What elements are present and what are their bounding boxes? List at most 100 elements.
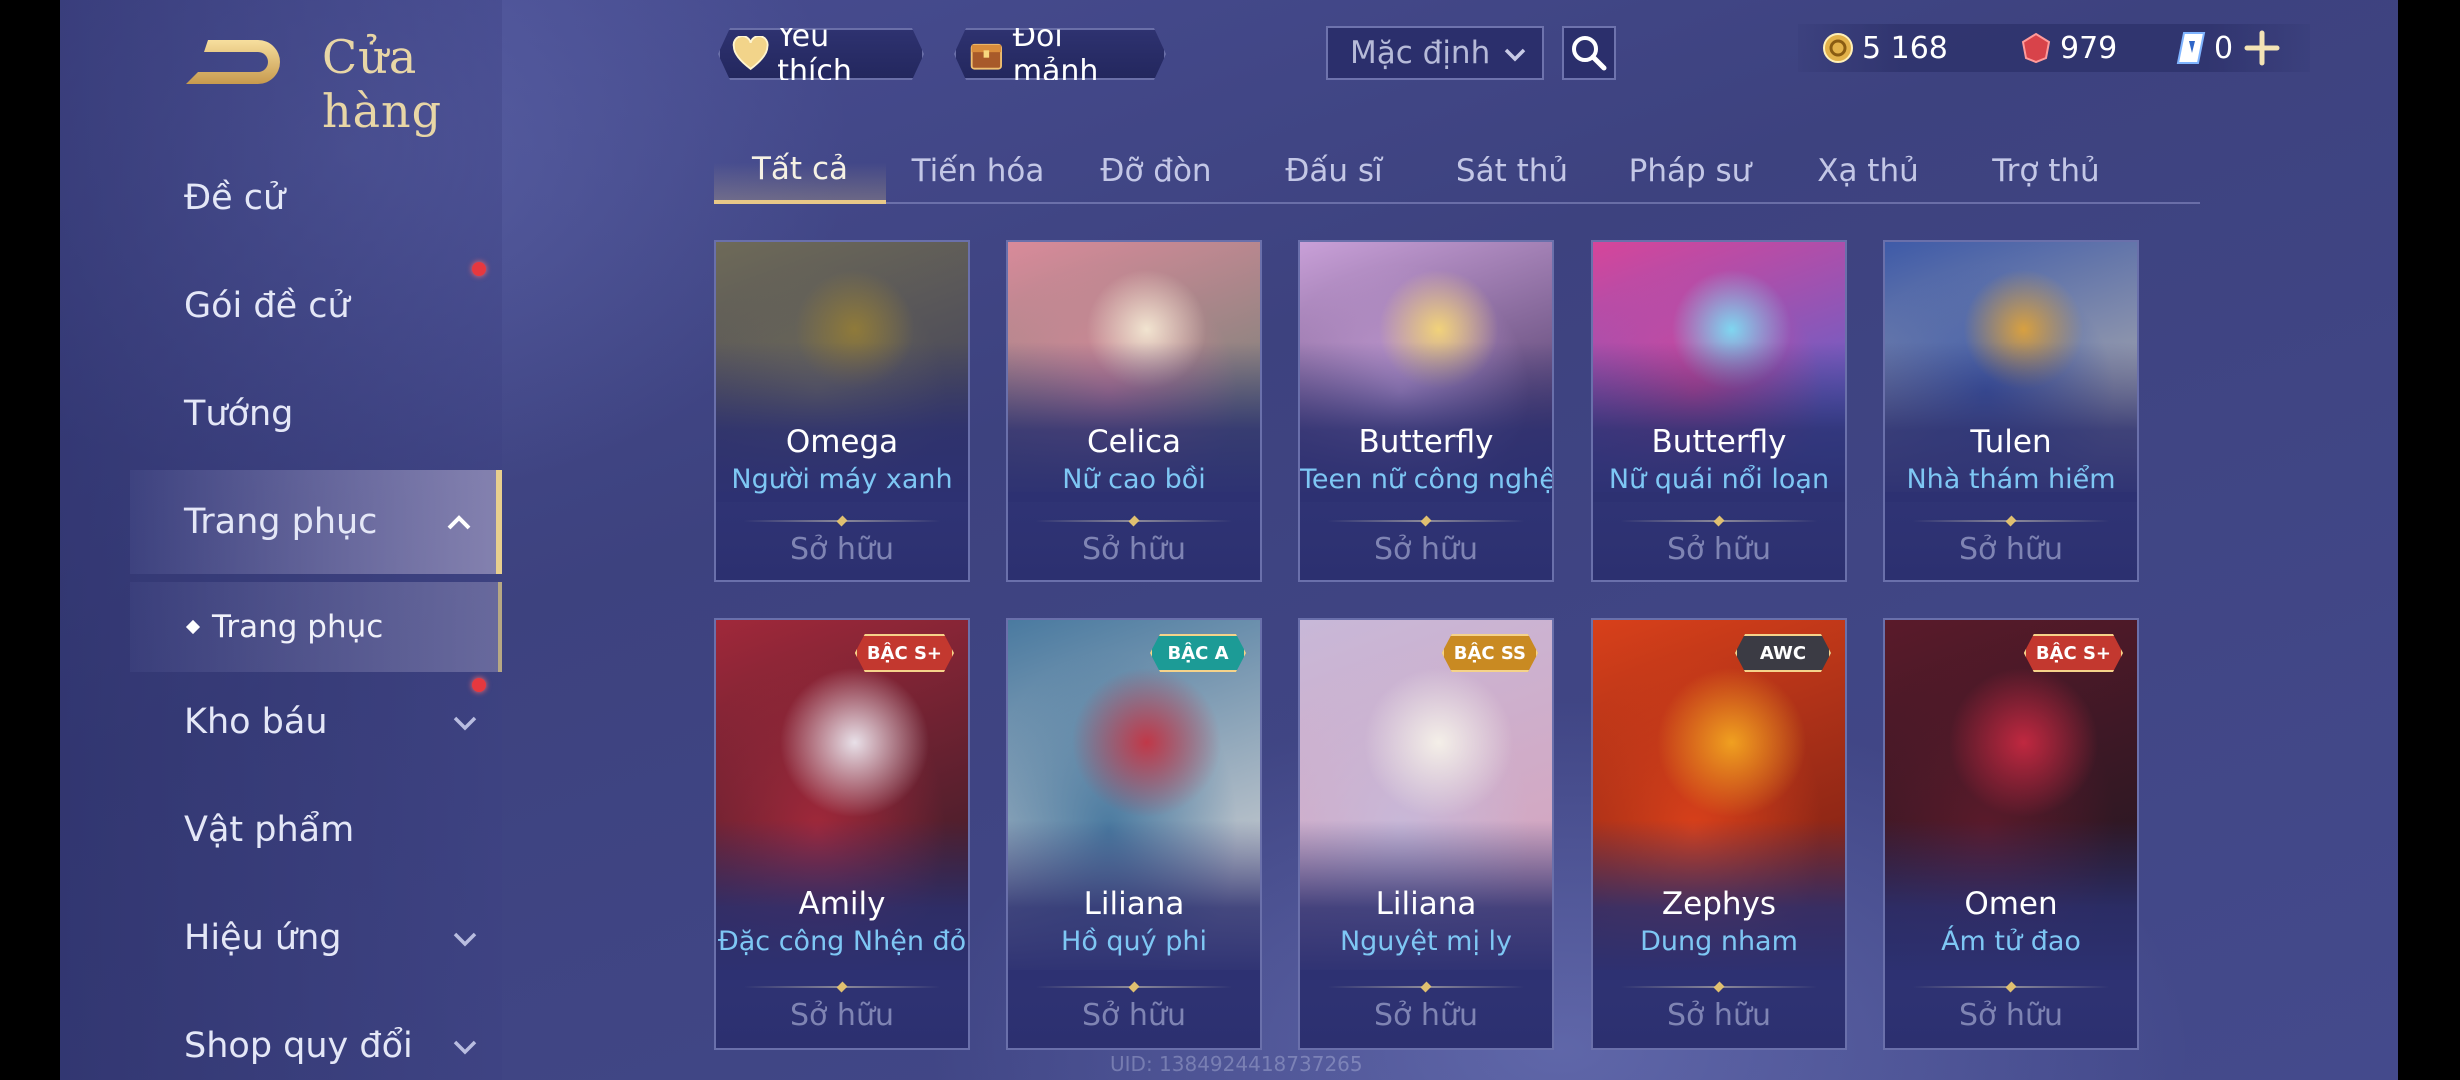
user-id: UID: 1384924418737265 <box>1110 1052 1363 1076</box>
skin-card[interactable]: Butterfly Teen nữ công nghệ Sở hữu <box>1298 240 1554 582</box>
gem-ornament <box>1713 981 1725 993</box>
page-title: Cửa hàng <box>322 30 443 138</box>
skin-card[interactable]: Zephys Dung nham Sở hữu AWC <box>1591 618 1847 1050</box>
tab-label: Xạ thủ <box>1817 153 1919 189</box>
sort-value: Mặc định <box>1350 35 1491 71</box>
divider <box>1913 515 2109 527</box>
skin-card[interactable]: Omen Ám tử đao Sở hữu BẬC S+ <box>1883 618 2139 1050</box>
sidebar-item-items[interactable]: Vật phẩm <box>60 778 502 882</box>
shard-chest-icon <box>968 34 1005 74</box>
skin-card[interactable]: Liliana Nguyệt mị ly Sở hữu BẬC SS <box>1298 618 1554 1050</box>
owned-status: Sở hữu <box>1374 998 1478 1033</box>
tier-badge: BẬC S+ <box>2024 634 2123 672</box>
sidebar-subitem-skins[interactable]: Trang phục <box>130 582 502 672</box>
back-button[interactable] <box>180 34 280 90</box>
owned-status: Sở hữu <box>790 532 894 567</box>
hero-name: Omen <box>1964 886 2058 922</box>
tab-all[interactable]: Tất cả <box>714 138 886 204</box>
hero-name: Liliana <box>1375 886 1477 922</box>
gem-ornament <box>2005 981 2017 993</box>
skin-name: Nhà thám hiểm <box>1906 464 2116 495</box>
hero-name: Zephys <box>1661 886 1777 922</box>
tab-label: Sát thủ <box>1455 153 1569 189</box>
skin-card[interactable]: Liliana Hồ quý phi Sở hữu BẬC A <box>1006 618 1262 1050</box>
currency-bar: 5 168 979 0 <box>1798 24 2310 72</box>
skin-name: Nữ quái nổi loạn <box>1608 464 1830 495</box>
divider <box>1621 515 1817 527</box>
gem-ornament <box>1713 515 1725 527</box>
hero-name: Liliana <box>1083 886 1185 922</box>
voucher-currency: 979 <box>2020 24 2117 72</box>
sidebar-subitem-label: Trang phục <box>212 609 384 645</box>
hero-name: Celica <box>1087 424 1181 460</box>
sidebar-item-effects[interactable]: Hiệu ứng <box>60 886 502 990</box>
divider <box>1328 515 1524 527</box>
tab-tank[interactable]: Đỡ đòn <box>1070 138 1242 204</box>
notification-dot <box>472 262 486 276</box>
sidebar: Cửa hàng Đề cử Gói đề cử Tướng Trang phụ… <box>60 0 502 1080</box>
tab-fighter[interactable]: Đấu sĩ <box>1248 138 1420 204</box>
skin-card[interactable]: Amily Đặc công Nhện đỏ Sở hữu BẬC S+ <box>714 618 970 1050</box>
owned-status: Sở hữu <box>1374 532 1478 567</box>
divider <box>1036 981 1232 993</box>
gold-coin-icon <box>1823 33 1853 63</box>
gem-ornament <box>1128 981 1140 993</box>
owned-status: Sở hữu <box>1082 532 1186 567</box>
exchange-shards-button[interactable]: Đổi mảnh <box>954 28 1166 80</box>
tier-badge: BẬC SS <box>1442 634 1538 672</box>
owned-status: Sở hữu <box>1667 998 1771 1033</box>
sidebar-item-recommended[interactable]: Đề cử <box>60 146 502 250</box>
category-tabs: Tất cả Tiến hóa Đỡ đòn Đấu sĩ Sát thủ Ph… <box>714 138 2200 204</box>
skin-card[interactable]: Omega Người máy xanh Sở hữu <box>714 240 970 582</box>
skin-name: Hồ quý phi <box>1061 926 1207 957</box>
sidebar-item-label: Vật phẩm <box>184 810 355 850</box>
favorites-button[interactable]: Yêu thích <box>718 28 924 80</box>
owned-status: Sở hữu <box>790 998 894 1033</box>
hero-name: Tulen <box>1970 424 2052 460</box>
diamond-amount: 0 <box>2214 30 2234 66</box>
gem-ornament <box>2005 515 2017 527</box>
tab-label: Trợ thủ <box>1992 153 2100 189</box>
hero-name: Omega <box>785 424 899 460</box>
diamond-currency: 0 <box>2176 24 2233 72</box>
tab-label: Tiến hóa <box>911 153 1045 189</box>
sidebar-item-label: Hiệu ứng <box>184 918 342 958</box>
tab-mage[interactable]: Pháp sư <box>1604 138 1776 204</box>
divider <box>1036 515 1232 527</box>
sidebar-item-label: Đề cử <box>184 178 286 218</box>
skin-card[interactable]: Celica Nữ cao bồi Sở hữu <box>1006 240 1262 582</box>
sidebar-item-recommended-packs[interactable]: Gói đề cử <box>60 254 502 358</box>
tab-assassin[interactable]: Sát thủ <box>1426 138 1598 204</box>
skin-name: Đặc công Nhện đỏ <box>717 926 967 957</box>
tier-badge: AWC <box>1735 634 1831 672</box>
owned-status: Sở hữu <box>1959 998 2063 1033</box>
sidebar-item-skins[interactable]: Trang phục <box>130 470 502 574</box>
skin-name: Người máy xanh <box>731 464 953 495</box>
owned-status: Sở hữu <box>1667 532 1771 567</box>
bullet-icon <box>185 619 201 635</box>
gold-currency: 5 168 <box>1822 24 1948 72</box>
sidebar-item-label: Gói đề cử <box>184 286 350 326</box>
sidebar-item-heroes[interactable]: Tướng <box>60 362 502 466</box>
exchange-label: Đổi mảnh <box>1012 19 1099 89</box>
gem-ornament <box>1420 981 1432 993</box>
search-button[interactable] <box>1562 26 1616 80</box>
sort-dropdown[interactable]: Mặc định <box>1326 26 1544 80</box>
tab-support[interactable]: Trợ thủ <box>1960 138 2132 204</box>
gold-amount: 5 168 <box>1862 30 1948 66</box>
divider <box>1913 981 2109 993</box>
sidebar-item-treasure[interactable]: Kho báu <box>60 670 502 774</box>
gem-ornament <box>836 981 848 993</box>
tab-marksman[interactable]: Xạ thủ <box>1782 138 1954 204</box>
sidebar-item-exchange-shop[interactable]: Shop quy đổi <box>60 994 502 1080</box>
add-currency-icon[interactable] <box>2244 30 2280 66</box>
skin-card[interactable]: Butterfly Nữ quái nổi loạn Sở hữu <box>1591 240 1847 582</box>
tab-evolution[interactable]: Tiến hóa <box>892 138 1064 204</box>
sidebar-item-label: Trang phục <box>184 502 378 542</box>
skin-card[interactable]: Tulen Nhà thám hiểm Sở hữu <box>1883 240 2139 582</box>
skin-name: Teen nữ công nghệ <box>1300 464 1554 495</box>
chevron-down-icon <box>453 1040 477 1055</box>
sidebar-item-label: Tướng <box>184 394 294 434</box>
hero-name: Butterfly <box>1358 424 1494 460</box>
divider <box>1328 981 1524 993</box>
